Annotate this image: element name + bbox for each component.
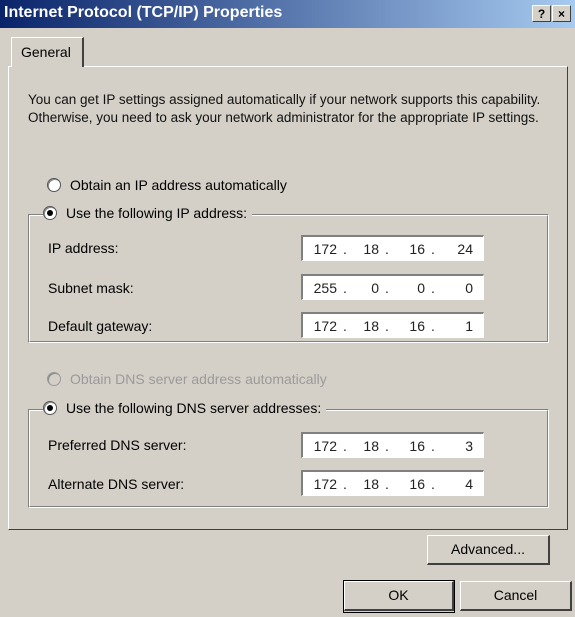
alternate-dns-input[interactable]: 172 . 18 . 16 . 4 <box>301 470 484 496</box>
window-title: Internet Protocol (TCP/IP) Properties <box>4 4 283 21</box>
ip-dot: . <box>385 476 389 492</box>
ip-dot: . <box>343 476 347 492</box>
ip-dot: . <box>385 280 389 296</box>
ip-octet: 172 <box>313 318 337 334</box>
help-button[interactable]: ? <box>532 5 551 22</box>
close-button[interactable]: × <box>552 5 571 22</box>
obtain-dns-auto-option[interactable]: Obtain DNS server address automatically <box>47 371 327 387</box>
description-text: You can get IP settings assigned automat… <box>28 92 541 125</box>
ip-octet: 18 <box>363 438 379 454</box>
ip-octet: 16 <box>409 318 425 334</box>
ip-dot: . <box>431 241 435 257</box>
obtain-ip-auto-option[interactable]: Obtain an IP address automatically <box>47 177 287 193</box>
use-following-ip-label: Use the following IP address: <box>66 205 248 221</box>
default-gateway-input[interactable]: 172 . 18 . 16 . 1 <box>301 312 484 338</box>
obtain-dns-auto-radio[interactable] <box>47 372 61 386</box>
tab-general-label: General <box>21 44 71 60</box>
title-bar[interactable]: Internet Protocol (TCP/IP) Properties ? … <box>0 0 575 28</box>
ip-octet: 4 <box>465 476 473 492</box>
ip-octet: 16 <box>409 438 425 454</box>
ip-dot: . <box>343 280 347 296</box>
subnet-mask-input[interactable]: 255 . 0 . 0 . 0 <box>301 274 484 300</box>
use-following-ip-option[interactable]: Use the following IP address: <box>43 205 253 221</box>
obtain-dns-auto-label: Obtain DNS server address automatically <box>70 371 327 387</box>
ip-dot: . <box>343 241 347 257</box>
ip-dot: . <box>431 280 435 296</box>
use-following-ip-radio[interactable] <box>43 206 57 220</box>
obtain-ip-auto-radio[interactable] <box>47 178 61 192</box>
default-gateway-label: Default gateway: <box>48 318 153 334</box>
ip-octet: 16 <box>409 241 425 257</box>
use-following-dns-radio[interactable] <box>43 401 57 415</box>
ip-dot: . <box>431 438 435 454</box>
ip-octet: 18 <box>363 318 379 334</box>
subnet-mask-label: Subnet mask: <box>48 280 134 296</box>
ip-octet: 24 <box>457 241 473 257</box>
ok-button[interactable]: OK <box>344 581 454 611</box>
ip-dot: . <box>431 476 435 492</box>
ip-dot: . <box>431 318 435 334</box>
ip-octet: 172 <box>313 438 337 454</box>
obtain-ip-auto-label: Obtain an IP address automatically <box>70 177 287 193</box>
cancel-button[interactable]: Cancel <box>460 581 572 611</box>
ip-octet: 0 <box>371 280 379 296</box>
ip-octet: 255 <box>313 280 337 296</box>
ip-dot: . <box>385 438 389 454</box>
use-following-dns-option[interactable]: Use the following DNS server addresses: <box>43 400 327 416</box>
use-following-dns-label: Use the following DNS server addresses: <box>66 400 322 416</box>
preferred-dns-input[interactable]: 172 . 18 . 16 . 3 <box>301 432 484 458</box>
ip-octet: 0 <box>417 280 425 296</box>
alternate-dns-label: Alternate DNS server: <box>48 476 185 492</box>
ip-address-input[interactable]: 172 . 18 . 16 . 24 <box>301 235 484 261</box>
ip-octet: 0 <box>465 280 473 296</box>
ip-dot: . <box>343 318 347 334</box>
ip-octet: 172 <box>313 476 337 492</box>
advanced-button[interactable]: Advanced... <box>427 535 550 565</box>
ip-address-label: IP address: <box>48 240 119 256</box>
ip-dot: . <box>385 318 389 334</box>
ip-dot: . <box>385 241 389 257</box>
tab-general[interactable]: General <box>11 37 84 67</box>
ip-octet: 172 <box>313 241 337 257</box>
ip-octet: 18 <box>363 241 379 257</box>
ip-octet: 18 <box>363 476 379 492</box>
ip-dot: . <box>343 438 347 454</box>
ip-octet: 3 <box>465 438 473 454</box>
ip-octet: 16 <box>409 476 425 492</box>
ip-octet: 1 <box>465 318 473 334</box>
preferred-dns-label: Preferred DNS server: <box>48 437 187 453</box>
